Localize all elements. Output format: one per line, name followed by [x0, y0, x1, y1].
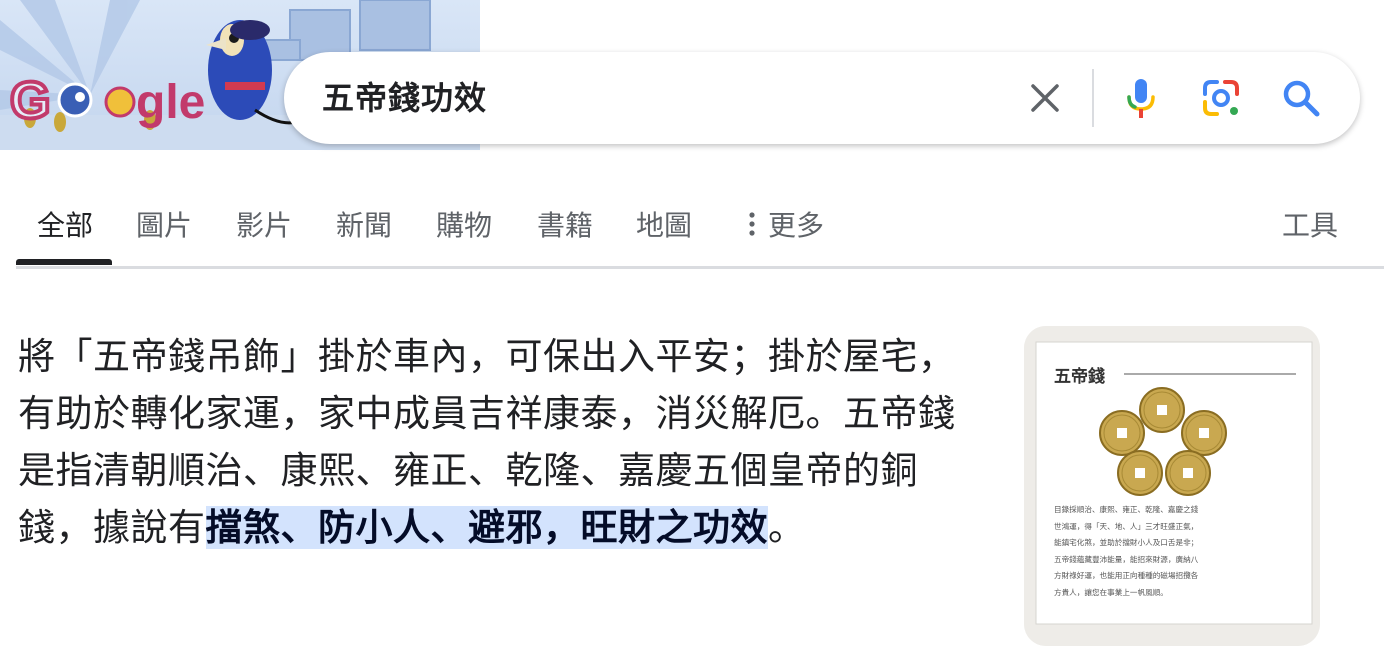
- close-icon[interactable]: [1022, 75, 1068, 121]
- active-tab-indicator: [16, 259, 112, 265]
- more-vert-icon: [748, 211, 756, 244]
- tab-more-label: 更多: [768, 209, 825, 242]
- tab-maps[interactable]: 地圖: [636, 204, 692, 244]
- tab-more[interactable]: 更多: [748, 204, 824, 244]
- thumbnail-caption: 目錄採順治、康熙、雍正、乾隆、嘉慶之錢 世鴻運，得「天、地、人」三才旺盛正氣， …: [1054, 505, 1199, 597]
- search-icon[interactable]: [1278, 75, 1324, 121]
- tab-books[interactable]: 書籍: [537, 204, 593, 244]
- snippet-thumbnail-image[interactable]: 五帝錢 目錄採順治、康熙、雍正、乾隆、嘉慶之錢 世鴻運，得「天、地、人」三才旺盛…: [1024, 326, 1320, 646]
- tabs-divider: [16, 266, 1384, 269]
- search-box[interactable]: 五帝錢功效: [284, 52, 1360, 144]
- google-lens-icon[interactable]: [1198, 75, 1244, 121]
- tab-tools[interactable]: 工具: [1282, 204, 1338, 244]
- snippet-highlight: 擋煞、防小人、避邪，旺財之功效: [205, 506, 768, 549]
- search-input[interactable]: 五帝錢功效: [322, 76, 487, 120]
- thumbnail-title: 五帝錢: [1054, 367, 1105, 387]
- tab-shopping[interactable]: 購物: [436, 204, 492, 244]
- microphone-icon[interactable]: [1118, 75, 1164, 121]
- tab-all[interactable]: 全部: [37, 204, 93, 244]
- search-tabs: 全部 圖片 影片 新聞 購物 書籍 地圖 更多 工具: [0, 186, 1384, 268]
- svg-text:G: G: [10, 72, 50, 130]
- search-box-divider: [1092, 69, 1094, 127]
- snippet-text-end: 。: [768, 506, 806, 549]
- tab-news[interactable]: 新聞: [336, 204, 392, 244]
- tab-images[interactable]: 圖片: [136, 204, 192, 244]
- featured-snippet-text: 將「五帝錢吊飾」掛於車內，可保出入平安；掛於屋宅，有助於轉化家運，家中成員吉祥康…: [18, 328, 986, 556]
- svg-text:gle: gle: [136, 76, 205, 129]
- tab-videos[interactable]: 影片: [236, 204, 292, 244]
